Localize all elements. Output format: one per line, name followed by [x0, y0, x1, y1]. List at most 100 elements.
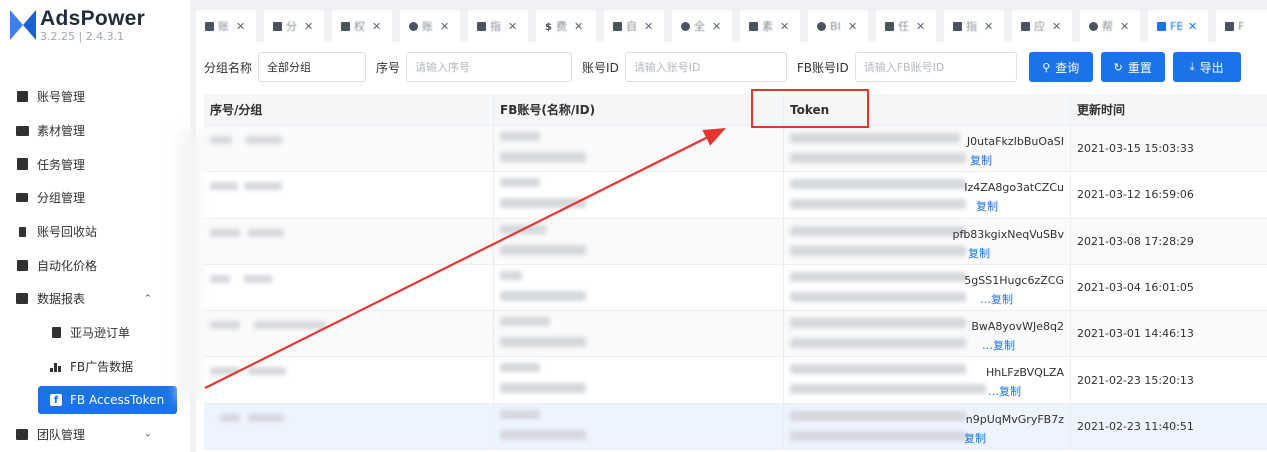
group-select[interactable]: 全部分组	[258, 52, 367, 82]
column-header-serial[interactable]: 序号/分组	[204, 94, 494, 125]
close-icon[interactable]: ✕	[848, 20, 857, 33]
close-icon[interactable]: ✕	[644, 20, 653, 33]
filter-bar: 分组名称 全部分组 序号 请输入序号 账号ID 请输入账号ID FB账号ID 请…	[196, 42, 1267, 92]
bar-chart-icon	[1225, 21, 1234, 31]
blurred-overlay	[178, 130, 202, 400]
adspower-logo-icon	[10, 10, 36, 40]
sidebar-item-label: 团队管理	[37, 427, 86, 442]
app-window: AdsPower 3.2.25 | 2.4.3.1 账号管理 素材管理 任务管理…	[0, 0, 1267, 452]
serial-filter-label: 序号	[376, 60, 401, 75]
sidebar-item-label: 素材管理	[37, 124, 86, 139]
price-icon	[15, 258, 29, 272]
close-icon[interactable]: ✕	[984, 20, 993, 33]
grid-icon	[1021, 21, 1030, 31]
circle-icon	[817, 21, 826, 31]
export-button[interactable]: ⤓ 导出	[1172, 52, 1241, 82]
tab-permission[interactable]: 权 ✕	[332, 10, 392, 42]
table-row[interactable]: n9pUqMvGryFB7z 复制 2021-02-23 11:40:51	[204, 403, 1267, 451]
close-icon[interactable]: ✕	[1052, 20, 1061, 33]
sidebar-item-account[interactable]: 账号管理	[0, 80, 190, 114]
sidebar-item-task[interactable]: 任务管理	[0, 147, 190, 181]
main-content: 分组名称 全部分组 序号 请输入序号 账号ID 请输入账号ID FB账号ID 请…	[196, 42, 1267, 452]
table-row[interactable]: BwA8yovWJe8q2 …复制 2021-03-01 14:46:13	[204, 311, 1267, 358]
sidebar-subitem-fb-accesstoken[interactable]: f FB AccessToken	[38, 386, 177, 415]
close-icon[interactable]: ✕	[304, 20, 313, 33]
table-row[interactable]: 5gSS1Hugc6zZCG …复制 2021-03-04 16:01:05	[204, 264, 1267, 312]
sidebar-item-material[interactable]: 素材管理	[0, 114, 190, 148]
sidebar-item-report[interactable]: 数据报表 ⌃	[0, 282, 190, 316]
tab-bi[interactable]: BI ✕	[808, 10, 868, 42]
price-icon	[613, 21, 622, 31]
sidebar-item-price[interactable]: 自动化价格	[0, 248, 190, 282]
reset-button[interactable]: ↻ 重置	[1100, 52, 1165, 82]
close-icon[interactable]: ✕	[574, 20, 583, 33]
refresh-icon: ↻	[1113, 60, 1123, 74]
dollar-icon: $	[545, 21, 552, 33]
tab-fee[interactable]: $ 费 ✕	[536, 10, 596, 42]
group-icon	[15, 191, 29, 205]
tab-settings[interactable]: 全 ✕	[672, 10, 732, 42]
sidebar-item-label: 数据报表	[37, 292, 86, 307]
chevron-up-icon[interactable]: ⌃	[144, 293, 152, 304]
table-row[interactable]: Iz4ZA8go3atCZCu 复制 2021-03-12 16:59:06	[204, 172, 1267, 219]
folder-icon	[15, 124, 29, 138]
user-group-icon	[341, 21, 350, 31]
sidebar-item-group[interactable]: 分组管理	[0, 181, 190, 215]
copy-link[interactable]: 复制	[976, 198, 998, 214]
tab-apps[interactable]: 应 ✕	[1012, 10, 1072, 42]
sidebar-subitem-fb-ads[interactable]: FB广告数据	[0, 350, 190, 384]
copy-link[interactable]: …复制	[980, 291, 1013, 307]
chevron-down-icon[interactable]: ⌄	[144, 429, 152, 440]
column-header-updated[interactable]: 更新时间	[1071, 94, 1267, 125]
tab-file[interactable]: 指 ✕	[944, 10, 1004, 42]
sidebar-item-label: 任务管理	[37, 157, 86, 172]
table-row[interactable]: pfb83kgixNeqVuSBv 复制 2021-03-08 17:28:29	[204, 218, 1267, 265]
sidebar-subitem-amazon-orders[interactable]: 亚马逊订单	[0, 316, 190, 350]
table-row[interactable]: J0utaFkzIbBuOaSI 复制 2021-03-15 15:03:33	[204, 126, 1267, 173]
close-icon[interactable]: ✕	[916, 20, 925, 33]
tab-task-a[interactable]: 指 ✕	[468, 10, 528, 42]
sidebar-subitem-label: 亚马逊订单	[70, 326, 131, 341]
tab-material[interactable]: 素 ✕	[740, 10, 800, 42]
copy-link[interactable]: …复制	[982, 337, 1015, 353]
task-icon	[15, 157, 29, 171]
tab-account[interactable]: 账 ✕	[196, 10, 256, 42]
tab-fb-accesstoken[interactable]: FB ✕	[1148, 10, 1208, 42]
sidebar-item-recycle[interactable]: 账号回收站	[0, 215, 190, 249]
table-row[interactable]: HhLFzBVQLZA …复制 2021-02-23 15:20:13	[204, 357, 1267, 404]
sidebar-menu: 账号管理 素材管理 任务管理 分组管理 账号回收站 自动化价格 数据报表 ⌃ 亚…	[0, 80, 190, 451]
sidebar-item-label: 账号管理	[37, 90, 86, 105]
query-button[interactable]: ⚲ 查询	[1028, 52, 1093, 82]
close-icon[interactable]: ✕	[372, 20, 381, 33]
brand-version: 3.2.25 | 2.4.3.1	[40, 30, 125, 43]
group-filter-label: 分组名称	[204, 60, 253, 75]
copy-link[interactable]: 复制	[968, 245, 990, 261]
close-icon[interactable]: ✕	[780, 20, 789, 33]
tab-auto[interactable]: 自 ✕	[604, 10, 664, 42]
sidebar-item-team[interactable]: 团队管理 ⌄	[0, 417, 190, 451]
close-icon[interactable]: ✕	[1188, 20, 1197, 33]
tab-fb-ads[interactable]: F	[1216, 10, 1267, 42]
close-icon[interactable]: ✕	[440, 20, 449, 33]
close-icon[interactable]: ✕	[236, 20, 245, 33]
close-icon[interactable]: ✕	[508, 20, 517, 33]
report-icon	[15, 292, 29, 306]
search-icon: ⚲	[1042, 60, 1051, 74]
tab-task-b[interactable]: 任 ✕	[876, 10, 936, 42]
tab-help[interactable]: 帮 ✕	[1080, 10, 1140, 42]
tab-group[interactable]: 分 ✕	[264, 10, 324, 42]
close-icon[interactable]: ✕	[712, 20, 721, 33]
account-id-input[interactable]: 请输入账号ID	[624, 52, 787, 82]
copy-link[interactable]: …复制	[988, 383, 1021, 399]
copy-link[interactable]: 复制	[970, 152, 992, 168]
account-icon	[15, 90, 29, 104]
copy-link[interactable]: 复制	[964, 430, 986, 446]
serial-input[interactable]: 请输入序号	[406, 52, 573, 82]
column-header-fb-account[interactable]: FB账号(名称/ID)	[494, 94, 784, 125]
sidebar-subitem-label: FB广告数据	[70, 359, 134, 374]
sidebar-item-label: 自动化价格	[37, 258, 98, 273]
close-icon[interactable]: ✕	[1120, 20, 1129, 33]
sidebar-subitem-label: FB AccessToken	[70, 393, 165, 408]
tab-account-info[interactable]: 账 ✕	[400, 10, 460, 42]
fb-account-id-input[interactable]: 请输入FB账号ID	[854, 52, 1017, 82]
